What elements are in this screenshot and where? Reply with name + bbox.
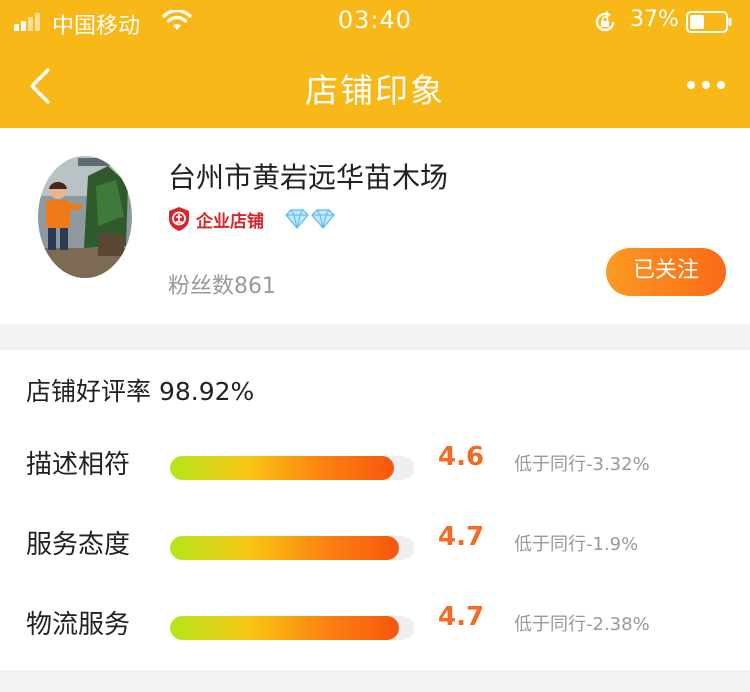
rating-row-service: 服务态度 4.7 低于同行-1.9%: [0, 516, 750, 576]
follow-button[interactable]: 已关注: [606, 248, 726, 296]
header: 中国移动 03:40 37% 店铺印象: [0, 0, 750, 128]
enterprise-badge-label: 企业店铺: [196, 211, 264, 232]
rating-score: 4.6: [438, 442, 485, 472]
rating-bar: [170, 616, 414, 640]
battery-icon: [686, 11, 732, 33]
good-rate: 店铺好评率 98.92%: [26, 377, 255, 406]
rotation-lock-icon: [595, 11, 615, 32]
rating-compare: 低于同行-2.38%: [514, 614, 650, 635]
rating-score: 4.7: [438, 522, 485, 552]
rating-score: 4.7: [438, 602, 485, 632]
rating-label: 服务态度: [26, 530, 131, 560]
rating-label: 描述相符: [26, 450, 131, 480]
enterprise-shield-icon: [169, 207, 189, 231]
rating-bar: [170, 536, 414, 560]
nav-bar: 店铺印象: [0, 44, 750, 128]
battery-percent: 37%: [630, 7, 679, 32]
more-options-icon[interactable]: [686, 78, 726, 92]
status-bar: 中国移动 03:40 37%: [0, 0, 750, 44]
rating-bar-fill: [170, 456, 395, 480]
fans-count: 粉丝数861: [168, 274, 276, 299]
shop-info-card: 台州市黄岩远华苗木场 企业店铺 粉丝数861 已关注: [0, 128, 750, 324]
ratings-card: 店铺好评率 98.92% 描述相符 4.6 低于同行-3.32% 服务态度 4.…: [0, 350, 750, 670]
rating-row-description: 描述相符 4.6 低于同行-3.32%: [0, 436, 750, 496]
rating-bar-fill: [170, 616, 400, 640]
rating-bar-fill: [170, 536, 400, 560]
shop-name: 台州市黄岩远华苗木场: [168, 161, 449, 194]
rating-compare: 低于同行-3.32%: [514, 454, 650, 475]
rating-compare: 低于同行-1.9%: [514, 534, 639, 555]
rating-label: 物流服务: [26, 610, 131, 640]
shop-avatar[interactable]: [38, 156, 132, 278]
rating-bar: [170, 456, 414, 480]
diamond-rank-icon: [285, 209, 335, 229]
enterprise-badge: 企业店铺: [168, 206, 264, 232]
page-title: 店铺印象: [305, 71, 445, 110]
rating-row-logistics: 物流服务 4.7 低于同行-2.38%: [0, 596, 750, 656]
